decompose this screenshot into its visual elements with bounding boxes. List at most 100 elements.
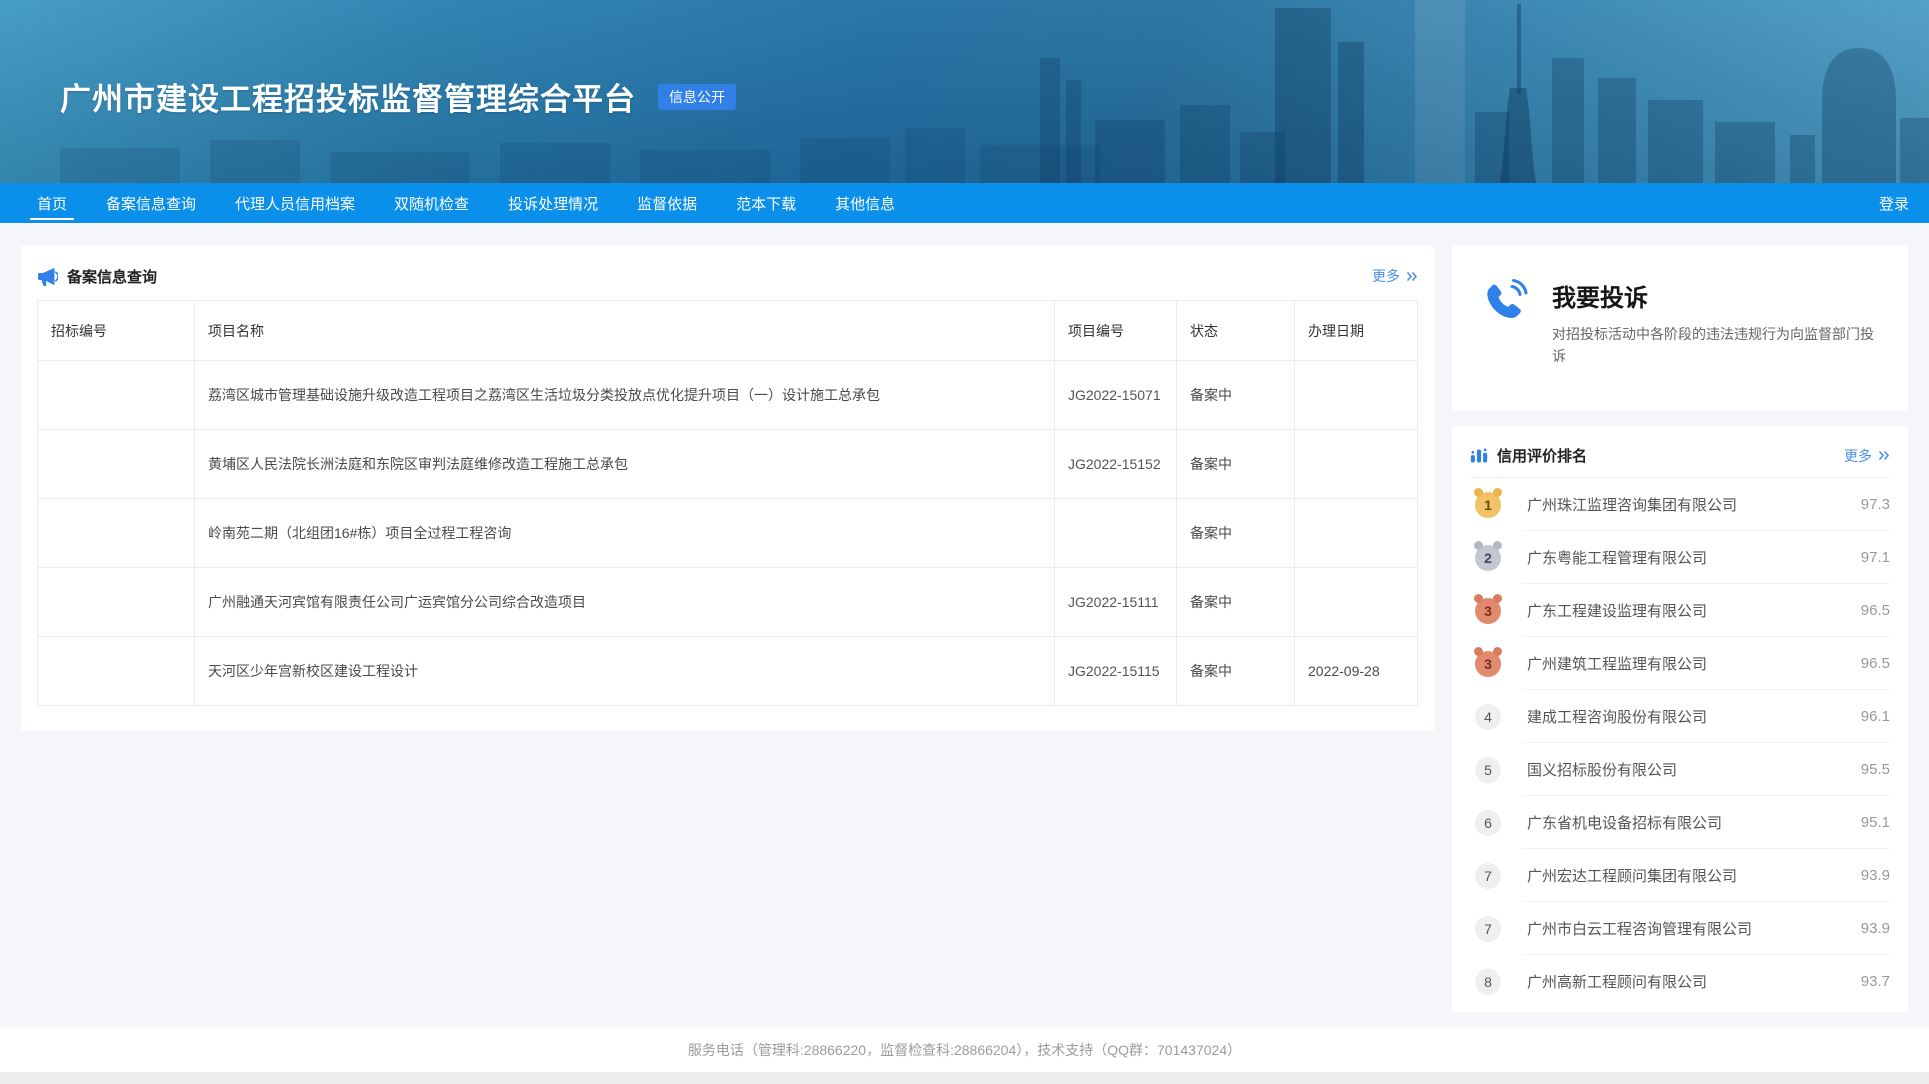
ranking-section-header: 信用评价排名 更多 — [1470, 434, 1890, 478]
nav-item-3[interactable]: 双随机检查 — [394, 183, 469, 223]
table-row[interactable]: 天河区少年宫新校区建设工程设计JG2022-15115备案中2022-09-28 — [38, 637, 1418, 706]
ranking-item[interactable]: 7 广州市白云工程咨询管理有限公司 93.9 — [1470, 902, 1890, 955]
login-link[interactable]: 登录 — [1879, 183, 1929, 223]
info-disclosure-badge[interactable]: 信息公开 — [658, 84, 736, 110]
main-content: 备案信息查询 更多 招标编号项目名称项目编号状态办理日期 荔湾区城市管理基础设施… — [0, 223, 1929, 1028]
nav-item-4[interactable]: 投诉处理情况 — [508, 183, 598, 223]
project-name-cell: 黄埔区人民法院长洲法庭和东院区审判法庭维修改造工程施工总承包 — [195, 430, 1055, 499]
credit-ranking-card: 信用评价排名 更多 1 广州珠江监理咨询集团有限公司 97.3 2广东粤能工程管理有限… — [1452, 426, 1908, 1012]
bid-no-cell — [38, 568, 195, 637]
double-chevron-icon — [1406, 271, 1418, 282]
filing-table-header-row: 招标编号项目名称项目编号状态办理日期 — [38, 301, 1418, 361]
company-name: 广州珠江监理咨询集团有限公司 — [1527, 494, 1737, 515]
company-name: 广州宏达工程顾问集团有限公司 — [1527, 865, 1737, 886]
credit-score: 93.7 — [1861, 973, 1890, 990]
column-header-0: 招标编号 — [38, 301, 195, 361]
bid-no-cell — [38, 430, 195, 499]
date-cell — [1295, 499, 1418, 568]
nav-item-2[interactable]: 代理人员信用档案 — [235, 183, 355, 223]
ranking-item[interactable]: 7广州宏达工程顾问集团有限公司93.9 — [1470, 849, 1890, 902]
bottom-strip — [0, 1072, 1929, 1084]
complaint-text: 我要投诉 对招投标活动中各阶段的违法违规行为向监督部门投诉 — [1552, 276, 1886, 410]
project-name-cell: 岭南苑二期（北组团16#栋）项目全过程工程咨询 — [195, 499, 1055, 568]
page-footer: 服务电话（管理科:28866220，监督检查科:28866204），技术支持（Q… — [0, 1028, 1929, 1072]
rank-badge: 8 — [1475, 969, 1501, 995]
date-cell: 2022-09-28 — [1295, 637, 1418, 706]
nav-item-5[interactable]: 监督依据 — [637, 183, 697, 223]
ranking-item[interactable]: 5 国义招标股份有限公司 95.5 — [1470, 743, 1890, 796]
site-title: 广州市建设工程招投标监督管理综合平台 — [60, 74, 636, 119]
credit-score: 97.3 — [1861, 496, 1890, 513]
credit-score: 96.5 — [1861, 655, 1890, 672]
rank-badge: 6 — [1475, 810, 1501, 836]
project-name-cell: 广州融通天河宾馆有限责任公司广运宾馆分公司综合改造项目 — [195, 568, 1055, 637]
status-cell: 备案中 — [1177, 361, 1295, 430]
credit-score: 96.5 — [1861, 602, 1890, 619]
company-name: 广州市白云工程咨询管理有限公司 — [1527, 918, 1752, 939]
ranking-item[interactable]: 2广东粤能工程管理有限公司97.1 — [1470, 531, 1890, 584]
status-cell: 备案中 — [1177, 568, 1295, 637]
date-cell — [1295, 361, 1418, 430]
filing-section-header: 备案信息查询 更多 — [37, 258, 1418, 294]
ranking-item[interactable]: 3 广东工程建设监理有限公司 96.5 — [1470, 584, 1890, 637]
bar-chart-icon — [1470, 447, 1488, 465]
header-banner: 广州市建设工程招投标监督管理综合平台 信息公开 — [0, 0, 1929, 183]
ranking-item[interactable]: 3 广州建筑工程监理有限公司 96.5 — [1470, 637, 1890, 690]
rank-badge: 3 — [1475, 651, 1501, 677]
credit-score: 95.5 — [1861, 761, 1890, 778]
filing-more-link[interactable]: 更多 — [1372, 266, 1418, 286]
filing-info-card: 备案信息查询 更多 招标编号项目名称项目编号状态办理日期 荔湾区城市管理基础设施… — [21, 246, 1434, 731]
status-cell: 备案中 — [1177, 637, 1295, 706]
rank-badge: 1 — [1475, 492, 1501, 518]
bid-no-cell — [38, 361, 195, 430]
company-name: 国义招标股份有限公司 — [1527, 759, 1677, 780]
credit-score: 93.9 — [1861, 867, 1890, 884]
bid-no-cell — [38, 499, 195, 568]
ranking-item[interactable]: 1 广州珠江监理咨询集团有限公司 97.3 — [1470, 478, 1890, 531]
date-cell — [1295, 430, 1418, 499]
table-row[interactable]: 荔湾区城市管理基础设施升级改造工程项目之荔湾区生活垃圾分类投放点优化提升项目（一… — [38, 361, 1418, 430]
date-cell — [1295, 568, 1418, 637]
nav-item-7[interactable]: 其他信息 — [835, 183, 895, 223]
company-name: 广东省机电设备招标有限公司 — [1527, 812, 1722, 833]
ranking-item[interactable]: 8广州高新工程顾问有限公司93.7 — [1470, 955, 1890, 1008]
complaint-desc: 对招投标活动中各阶段的违法违规行为向监督部门投诉 — [1552, 324, 1886, 367]
table-row[interactable]: 黄埔区人民法院长洲法庭和东院区审判法庭维修改造工程施工总承包JG2022-151… — [38, 430, 1418, 499]
ranking-item[interactable]: 6 广东省机电设备招标有限公司 95.1 — [1470, 796, 1890, 849]
credit-score: 97.1 — [1861, 549, 1890, 566]
nav-menu: 首页备案信息查询代理人员信用档案双随机检查投诉处理情况监督依据范本下载其他信息 — [37, 183, 934, 223]
nav-item-0[interactable]: 首页 — [37, 183, 67, 223]
column-header-1: 项目名称 — [195, 301, 1055, 361]
ranking-item[interactable]: 4建成工程咨询股份有限公司96.1 — [1470, 690, 1890, 743]
complaint-card[interactable]: 我要投诉 对招投标活动中各阶段的违法违规行为向监督部门投诉 — [1452, 246, 1908, 410]
nav-item-1[interactable]: 备案信息查询 — [106, 183, 196, 223]
ranking-section-title: 信用评价排名 — [1497, 445, 1587, 466]
company-name: 广东工程建设监理有限公司 — [1527, 600, 1707, 621]
rank-badge: 3 — [1475, 598, 1501, 624]
project-no-cell: JG2022-15115 — [1055, 637, 1177, 706]
right-column: 我要投诉 对招投标活动中各阶段的违法违规行为向监督部门投诉 信用评价排名 更多 — [1452, 246, 1908, 1028]
project-no-cell — [1055, 499, 1177, 568]
double-chevron-icon — [1878, 450, 1890, 461]
status-cell: 备案中 — [1177, 430, 1295, 499]
table-row[interactable]: 岭南苑二期（北组团16#栋）项目全过程工程咨询备案中 — [38, 499, 1418, 568]
rank-badge: 7 — [1475, 916, 1501, 942]
credit-score: 93.9 — [1861, 920, 1890, 937]
column-header-2: 项目编号 — [1055, 301, 1177, 361]
table-row[interactable]: 广州融通天河宾馆有限责任公司广运宾馆分公司综合改造项目JG2022-15111备… — [38, 568, 1418, 637]
phone-icon — [1482, 276, 1530, 410]
rank-badge: 5 — [1475, 757, 1501, 783]
project-no-cell: JG2022-15071 — [1055, 361, 1177, 430]
rank-badge: 4 — [1475, 704, 1501, 730]
project-name-cell: 荔湾区城市管理基础设施升级改造工程项目之荔湾区生活垃圾分类投放点优化提升项目（一… — [195, 361, 1055, 430]
nav-item-6[interactable]: 范本下载 — [736, 183, 796, 223]
column-header-3: 状态 — [1177, 301, 1295, 361]
credit-score: 95.1 — [1861, 814, 1890, 831]
company-name: 广州建筑工程监理有限公司 — [1527, 653, 1707, 674]
ranking-more-link[interactable]: 更多 — [1844, 446, 1890, 466]
project-no-cell: JG2022-15111 — [1055, 568, 1177, 637]
bid-no-cell — [38, 637, 195, 706]
filing-table-body: 荔湾区城市管理基础设施升级改造工程项目之荔湾区生活垃圾分类投放点优化提升项目（一… — [38, 361, 1418, 706]
credit-score: 96.1 — [1861, 708, 1890, 725]
main-nav: 首页备案信息查询代理人员信用档案双随机检查投诉处理情况监督依据范本下载其他信息 … — [0, 183, 1929, 223]
